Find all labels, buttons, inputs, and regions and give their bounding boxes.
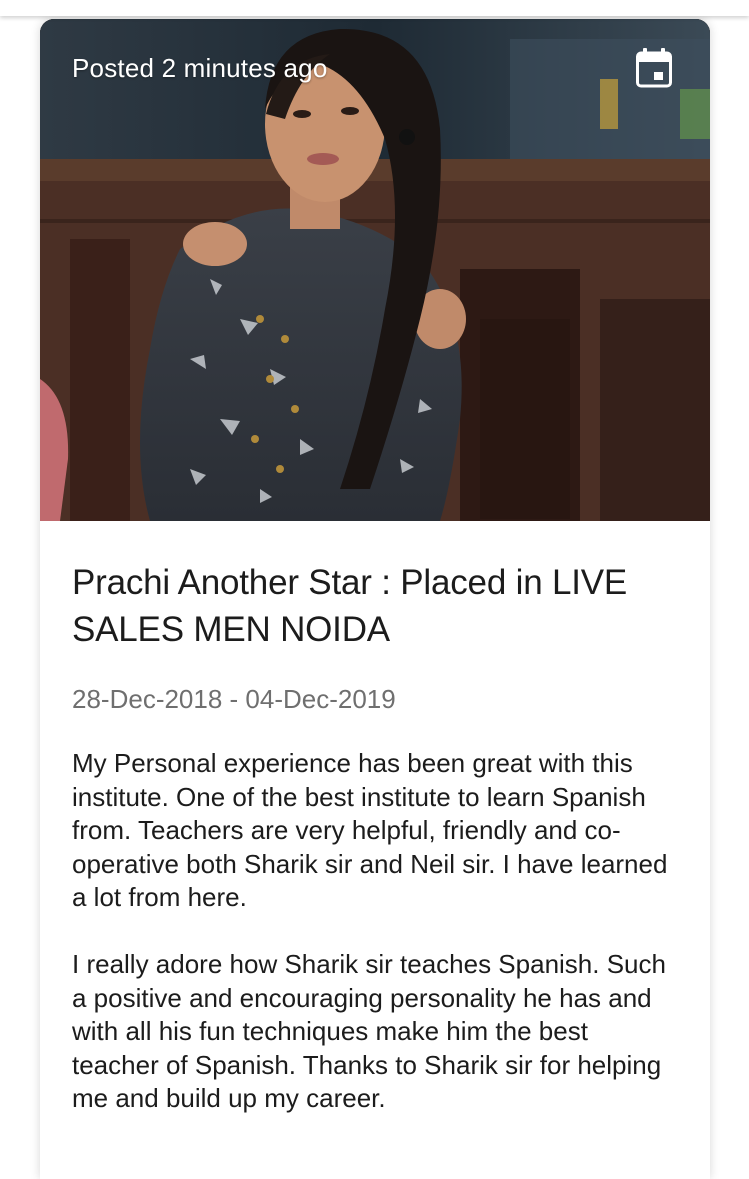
student-photo — [40, 19, 710, 521]
post-card[interactable]: Posted 2 minutes ago Prachi Another Star… — [40, 19, 710, 1179]
post-paragraph: My Personal experience has been great wi… — [72, 748, 668, 912]
post-paragraph: I really adore how Sharik sir teaches Sp… — [72, 949, 666, 1113]
top-bar-edge — [0, 0, 749, 16]
post-content: Prachi Another Star : Placed in LIVE SAL… — [40, 521, 710, 1116]
posted-time: Posted 2 minutes ago — [72, 53, 328, 83]
calendar-icon[interactable] — [636, 48, 672, 88]
post-photo: Posted 2 minutes ago — [40, 19, 710, 521]
post-body: My Personal experience has been great wi… — [72, 747, 678, 1116]
post-title[interactable]: Prachi Another Star : Placed in LIVE SAL… — [72, 559, 678, 653]
post-date-range: 28-Dec-2018 - 04-Dec-2019 — [72, 684, 396, 714]
